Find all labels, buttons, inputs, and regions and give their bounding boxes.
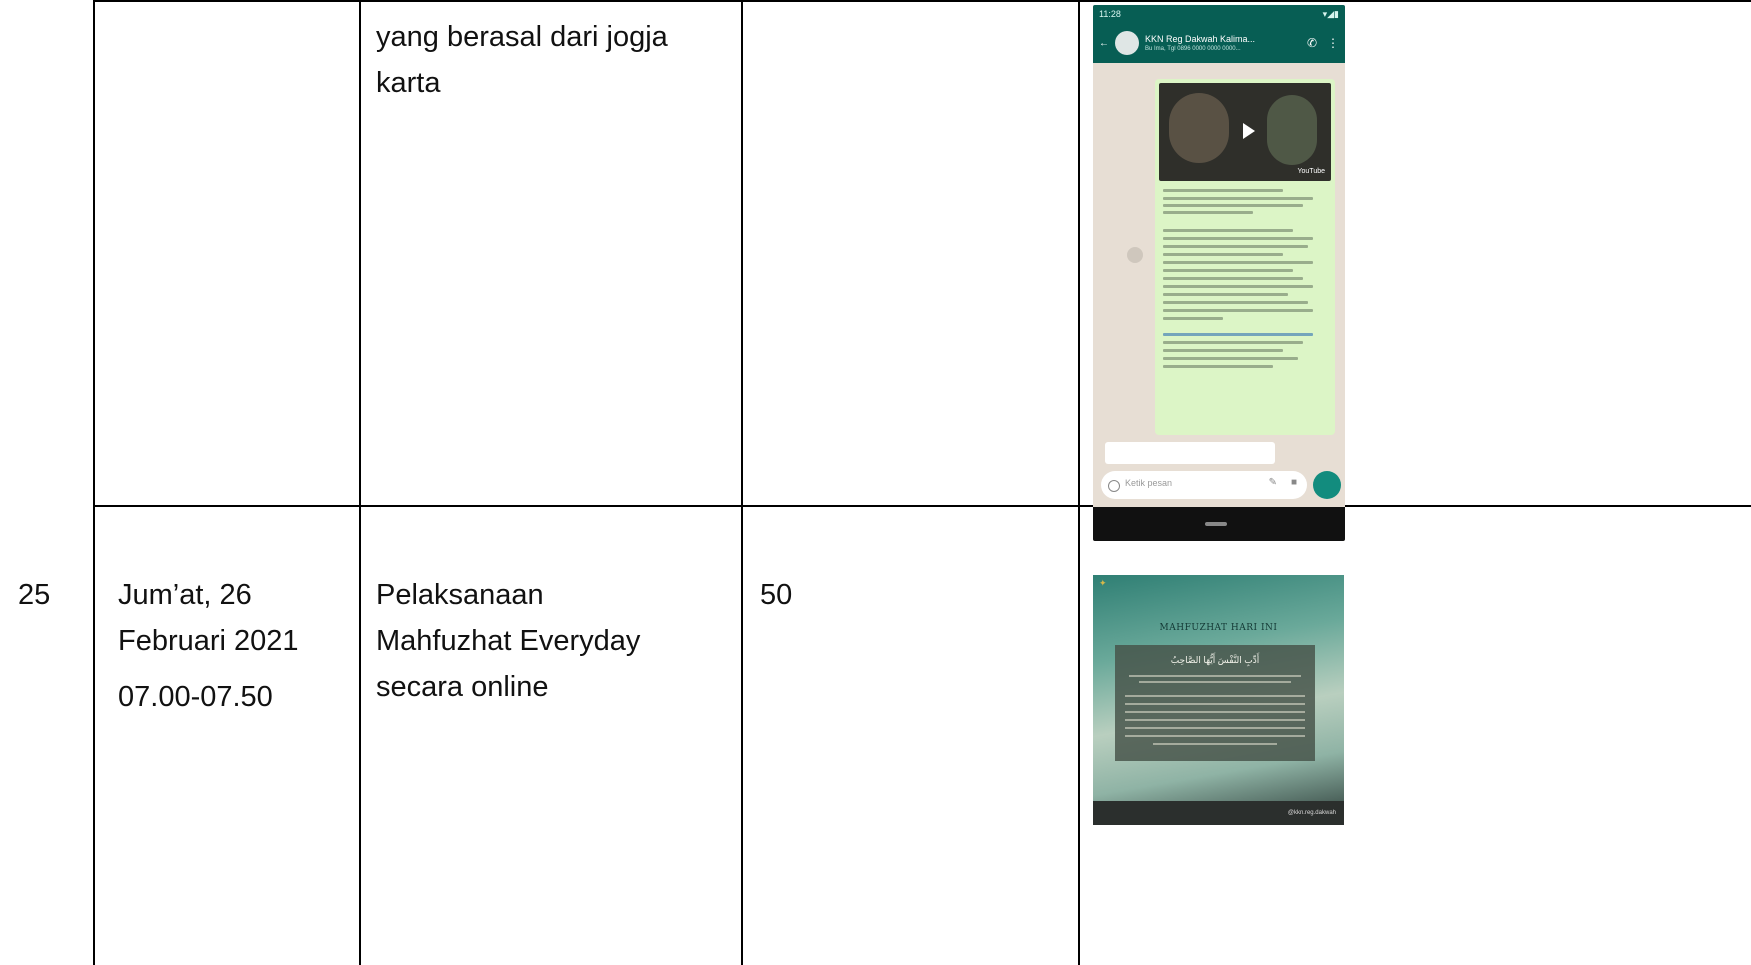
activity-line: yang berasal dari jogja [376,21,668,53]
chat-subtitle: Bu Ima, Tgl 0896 0000 0000 0000... [1145,45,1241,52]
activity-cell: yang berasal dari jogja karta [376,14,668,106]
mahfuzhat-poster: ✦ MAHFUZHAT HARI INI أَدِّبِ النَّفْسَ أ… [1093,575,1344,825]
back-arrow-icon: ← [1099,37,1109,49]
date-line: Februari 2021 [118,625,299,657]
signal-battery-icon: ▾◢▮ [1322,9,1339,19]
group-avatar [1115,31,1139,55]
call-icon: ✆ [1306,36,1317,50]
video-thumbnail: YouTube [1159,83,1331,181]
date-cell: Jum’at, 26 Februari 2021 07.00-07.50 [118,572,299,720]
sender-avatar [1127,247,1143,263]
column-divider [741,0,743,965]
column-divider [1078,0,1080,965]
participant-count: 50 [760,579,793,611]
date-line: Jum’at, 26 [118,579,252,611]
reply-preview [1105,442,1275,464]
activity-line: secara online [376,671,549,703]
phone-nav-bar [1093,507,1345,541]
play-icon [1243,123,1255,139]
message-bubble: YouTube [1155,79,1335,435]
poster-logo: ✦ [1099,579,1107,589]
activity-cell: Pelaksanaan Mahfuzhat Everyday secara on… [376,572,640,710]
whatsapp-screenshot: 11:28 ▾◢▮ ← KKN Reg Dakwah Kalima... Bu … [1093,5,1345,541]
column-divider [93,0,95,965]
time-line: 07.00-07.50 [118,681,273,713]
chat-title: KKN Reg Dakwah Kalima... [1145,33,1256,44]
poster-arabic-text: أَدِّبِ النَّفْسَ أَيُّهَا الصَّاحِبُ [1170,655,1260,665]
row-number: 25 [18,579,51,611]
menu-icon: ⋮ [1327,36,1339,50]
participants-cell: 50 [760,572,792,618]
row-divider [93,0,1751,2]
poster-footer: @kkn.reg.dakwah [1093,801,1344,825]
chat-header: ← KKN Reg Dakwah Kalima... Bu Ima, Tgl 0… [1093,23,1345,63]
activity-table: yang berasal dari jogja karta 11:28 ▾◢▮ … [0,0,1751,965]
column-divider [359,0,361,965]
input-placeholder: Ketik pesan [1125,478,1173,488]
mic-icon [1313,471,1341,499]
attach-icon: ✎ [1268,477,1277,488]
camera-icon: ■ [1290,477,1297,488]
emoji-icon [1108,480,1120,492]
number-cell: 25 [18,572,50,618]
activity-line: Mahfuzhat Everyday [376,625,641,657]
youtube-label: YouTube [1297,168,1325,175]
phone-status-bar: 11:28 ▾◢▮ [1093,5,1345,23]
poster-title: MAHFUZHAT HARI INI [1159,623,1278,633]
status-time: 11:28 [1099,9,1121,19]
activity-line: Pelaksanaan [376,579,544,611]
row-divider [93,505,1751,507]
message-input: Ketik pesan ✎ ■ [1101,471,1307,499]
activity-line: karta [376,67,441,99]
